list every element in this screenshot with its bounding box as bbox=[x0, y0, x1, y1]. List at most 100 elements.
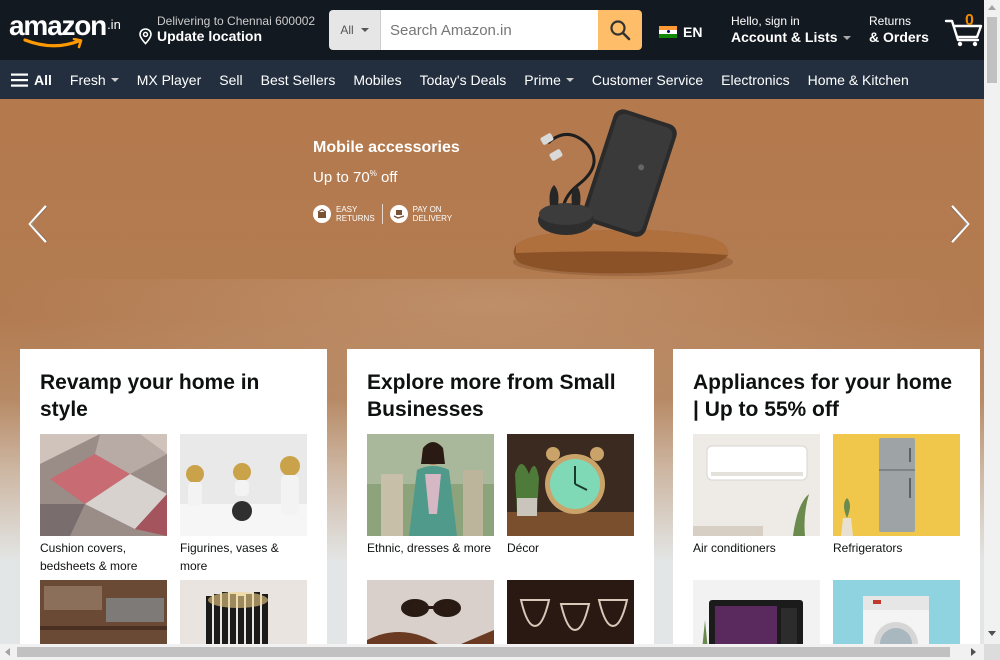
return-box-icon bbox=[313, 205, 331, 223]
logo-suffix: .in bbox=[107, 17, 121, 32]
horizontal-scrollbar[interactable] bbox=[0, 644, 984, 660]
tile-caption: Ethnic, dresses & more bbox=[367, 541, 492, 555]
scrollbar-corner bbox=[984, 644, 1000, 660]
nav-item-mx-player[interactable]: MX Player bbox=[128, 72, 211, 88]
hamburger-menu-icon bbox=[11, 73, 28, 87]
amazon-logo[interactable]: amazon.in bbox=[9, 12, 125, 52]
deliver-to-label: Delivering to Chennai 600002 bbox=[157, 14, 316, 28]
pay-on-delivery-badge: PAY ON DELIVERY bbox=[389, 205, 453, 223]
pay-on-delivery-line1: PAY ON bbox=[412, 205, 442, 214]
search-button[interactable] bbox=[598, 10, 642, 50]
hero-discount-prefix: Up to 70 bbox=[313, 169, 370, 186]
scroll-left-arrow-icon[interactable] bbox=[5, 648, 10, 656]
card-small-businesses: Explore more from Small Businesses Ethni… bbox=[347, 349, 654, 660]
language-label: EN bbox=[683, 24, 703, 40]
ethnic-dress-model-image bbox=[367, 434, 494, 536]
location-pin-icon bbox=[139, 28, 152, 45]
account-lists-label: Account & Lists bbox=[731, 29, 838, 45]
nav-item-sell[interactable]: Sell bbox=[210, 72, 251, 88]
vertical-scrollbar[interactable] bbox=[984, 0, 1000, 644]
hero-badges: EASY RETURNS PAY ON DELIVERY bbox=[313, 204, 452, 224]
card-title[interactable]: Explore more from Small Businesses bbox=[367, 369, 634, 423]
astronaut-figurines-image bbox=[180, 434, 307, 536]
nav-item-label: MX Player bbox=[136, 71, 202, 88]
all-menu-button[interactable]: All bbox=[10, 72, 61, 88]
cart-count: 0 bbox=[965, 12, 974, 29]
search-category-label: All bbox=[340, 23, 354, 37]
delivery-hand-icon bbox=[389, 205, 408, 223]
carousel-next-arrow-icon[interactable] bbox=[948, 203, 972, 245]
refrigerator-image bbox=[833, 434, 960, 536]
easy-returns-line1: EASY bbox=[336, 205, 358, 214]
nav-item-label: Prime bbox=[524, 71, 561, 88]
search-bar: All bbox=[329, 10, 642, 50]
search-icon bbox=[610, 20, 631, 41]
logo-text: amazon bbox=[9, 10, 107, 41]
language-selector[interactable]: EN bbox=[659, 24, 702, 40]
easy-returns-badge: EASY RETURNS bbox=[313, 205, 375, 223]
orders-label: & Orders bbox=[869, 29, 929, 45]
logo-smile-icon bbox=[23, 38, 83, 49]
nav-item-label: Home & Kitchen bbox=[807, 71, 909, 88]
tile-caption: Figurines, vases & more bbox=[180, 541, 279, 573]
hero-percent-sign: % bbox=[369, 169, 377, 178]
all-menu-label: All bbox=[34, 71, 52, 88]
nav-item-customer-service[interactable]: Customer Service bbox=[583, 72, 712, 88]
nav-item-label: Customer Service bbox=[591, 71, 704, 88]
vertical-scroll-thumb[interactable] bbox=[987, 17, 997, 83]
tile-caption: Cushion covers, bedsheets & more bbox=[40, 541, 138, 573]
chevron-down-icon bbox=[110, 77, 119, 82]
nav-item-todays-deals[interactable]: Today's Deals bbox=[411, 72, 516, 88]
tile-caption: Refrigerators bbox=[833, 541, 903, 555]
returns-orders-link[interactable]: Returns & Orders bbox=[869, 14, 929, 45]
india-flag-icon bbox=[659, 25, 677, 39]
nav-item-label: Mobiles bbox=[353, 71, 402, 88]
nav-item-label: Fresh bbox=[69, 71, 106, 88]
nav-item-home-kitchen[interactable]: Home & Kitchen bbox=[799, 72, 918, 88]
nav-item-label: Today's Deals bbox=[419, 71, 507, 88]
chevron-down-icon bbox=[842, 36, 851, 40]
tile-ethnic-dresses[interactable]: Ethnic, dresses & more bbox=[367, 434, 494, 557]
scroll-right-arrow-icon[interactable] bbox=[971, 648, 976, 656]
tile-air-conditioners[interactable]: Air conditioners bbox=[693, 434, 820, 557]
scroll-up-arrow-icon[interactable] bbox=[988, 5, 996, 10]
nav-item-best-sellers[interactable]: Best Sellers bbox=[252, 72, 345, 88]
tile-figurines[interactable]: Figurines, vases & more bbox=[180, 434, 307, 575]
returns-label: Returns bbox=[869, 14, 912, 28]
account-menu[interactable]: Hello, sign in Account & Lists bbox=[731, 14, 851, 45]
top-navbar: amazon.in Delivering to Chennai 600002 U… bbox=[0, 0, 984, 60]
card-revamp-home: Revamp your home in style Cushion covers… bbox=[20, 349, 327, 660]
search-category-select[interactable]: All bbox=[329, 10, 381, 50]
nav-item-label: Sell bbox=[219, 71, 243, 88]
hero-subtitle: Up to 70% off bbox=[313, 169, 397, 186]
search-input[interactable] bbox=[381, 10, 598, 50]
badge-divider bbox=[381, 204, 383, 224]
nav-item-electronics[interactable]: Electronics bbox=[712, 72, 798, 88]
tile-caption: Décor bbox=[507, 541, 540, 555]
tile-decor[interactable]: Décor bbox=[507, 434, 634, 557]
tile-caption: Air conditioners bbox=[693, 541, 776, 555]
nav-item-prime[interactable]: Prime bbox=[515, 72, 583, 88]
alarm-clock-image bbox=[507, 434, 634, 536]
horizontal-scroll-thumb[interactable] bbox=[17, 647, 950, 657]
pay-on-delivery-line2: DELIVERY bbox=[412, 214, 453, 223]
cart-icon bbox=[944, 19, 983, 47]
tile-cushion-covers[interactable]: Cushion covers, bedsheets & more bbox=[40, 434, 167, 575]
greeting-label: Hello, sign in bbox=[731, 14, 800, 28]
hero-discount-suffix: off bbox=[376, 169, 398, 186]
hero-title: Mobile accessories bbox=[313, 139, 460, 156]
nav-item-fresh[interactable]: Fresh bbox=[61, 72, 128, 88]
card-title[interactable]: Appliances for your home | Up to 55% off bbox=[693, 369, 960, 423]
carousel-prev-arrow-icon[interactable] bbox=[26, 203, 50, 245]
hero-powerbank-earbuds-image bbox=[513, 109, 733, 276]
nav-item-mobiles[interactable]: Mobiles bbox=[344, 72, 410, 88]
chevron-down-icon bbox=[360, 28, 369, 32]
cart-button[interactable]: 0 bbox=[944, 11, 984, 47]
air-conditioner-image bbox=[693, 434, 820, 536]
tile-refrigerators[interactable]: Refrigerators bbox=[833, 434, 960, 557]
scroll-down-arrow-icon[interactable] bbox=[988, 631, 996, 636]
card-title[interactable]: Revamp your home in style bbox=[40, 369, 307, 423]
update-location-label: Update location bbox=[157, 28, 263, 44]
nav-item-label: Best Sellers bbox=[260, 71, 336, 88]
cushion-rug-image bbox=[40, 434, 167, 536]
